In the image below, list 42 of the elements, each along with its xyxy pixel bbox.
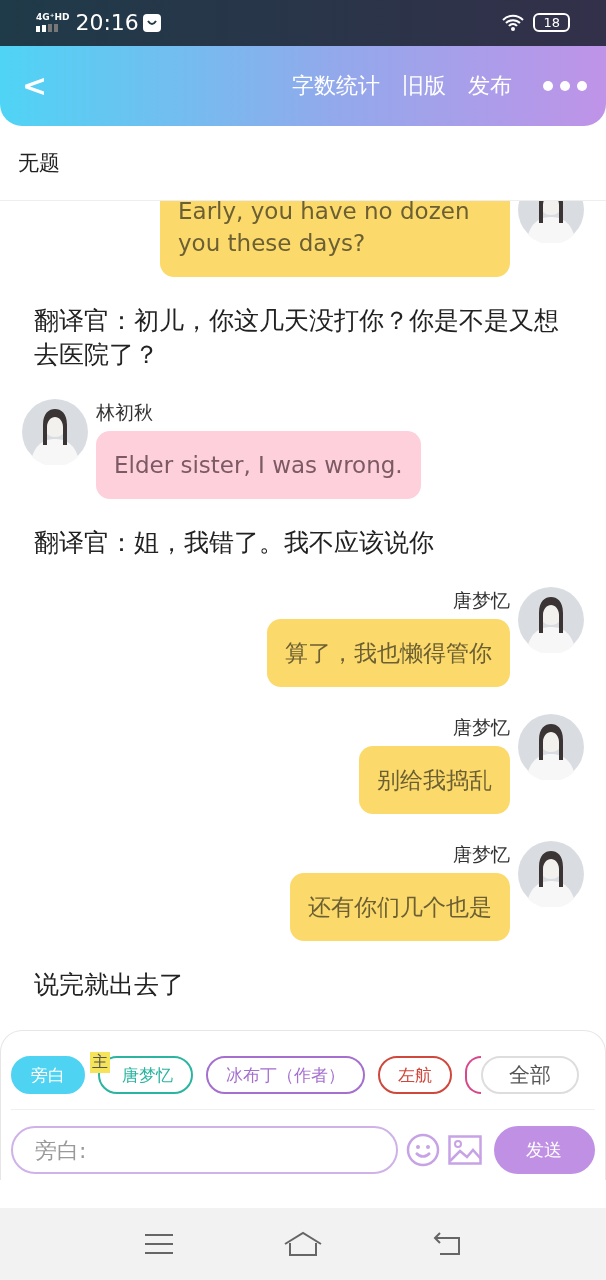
speaker-name: 唐梦忆	[453, 588, 510, 614]
message-bubble: 还有你们几个也是	[290, 873, 510, 942]
speaker-name: 唐梦忆	[453, 715, 510, 741]
narration-text: 翻译官：姐，我错了。我不应该说你	[33, 527, 435, 560]
message-bubble: Elder sister, I was wrong.	[96, 431, 421, 500]
menu-icon[interactable]	[144, 1233, 175, 1256]
image-icon[interactable]	[447, 1135, 482, 1166]
narration-text: 翻译官：初儿，你这几天没打你？你是不是又想去医院了？	[33, 305, 560, 372]
emoji-icon[interactable]	[405, 1133, 440, 1168]
network-label: 4G⁺HD	[36, 13, 70, 23]
send-button[interactable]: 发送	[493, 1126, 595, 1175]
battery-indicator: 18	[533, 13, 570, 33]
home-icon[interactable]	[283, 1231, 323, 1258]
back-button[interactable]: <	[22, 68, 48, 104]
back-icon[interactable]	[431, 1232, 462, 1257]
role-chip[interactable]: 旁白	[11, 1056, 85, 1095]
role-chip[interactable]: 左航	[378, 1056, 452, 1095]
more-button[interactable]	[542, 79, 588, 92]
wifi-icon	[501, 14, 526, 32]
speaker-name: 林初秋	[96, 400, 153, 426]
avatar-icon	[22, 399, 88, 466]
signal-icon	[36, 24, 58, 33]
header-action[interactable]: 发布	[468, 70, 512, 101]
more-icon	[542, 79, 588, 92]
avatar-icon	[518, 587, 584, 654]
notification-icon	[142, 14, 161, 32]
lead-badge: 主	[90, 1052, 110, 1074]
avatar-icon	[518, 714, 584, 781]
header-action[interactable]: 旧版	[402, 70, 446, 101]
all-button[interactable]: 全部	[481, 1056, 579, 1095]
message-bubble: 别给我捣乱	[359, 746, 510, 815]
narration-text: 说完就出去了	[33, 969, 185, 1002]
message-input[interactable]: 旁白:	[11, 1126, 398, 1175]
header-action[interactable]: 字数统计	[292, 70, 380, 101]
clock: 20:16	[75, 10, 139, 36]
message-bubble: Early, you have no dozen you these days?	[160, 200, 510, 278]
speaker-name: 唐梦忆	[453, 842, 510, 868]
avatar-icon	[518, 841, 584, 908]
message-bubble: 算了，我也懒得管你	[267, 619, 510, 688]
role-chip[interactable]: 冰布丁（作者）	[206, 1056, 365, 1095]
role-chip[interactable]	[465, 1056, 481, 1095]
story-title: 无题	[18, 149, 60, 177]
